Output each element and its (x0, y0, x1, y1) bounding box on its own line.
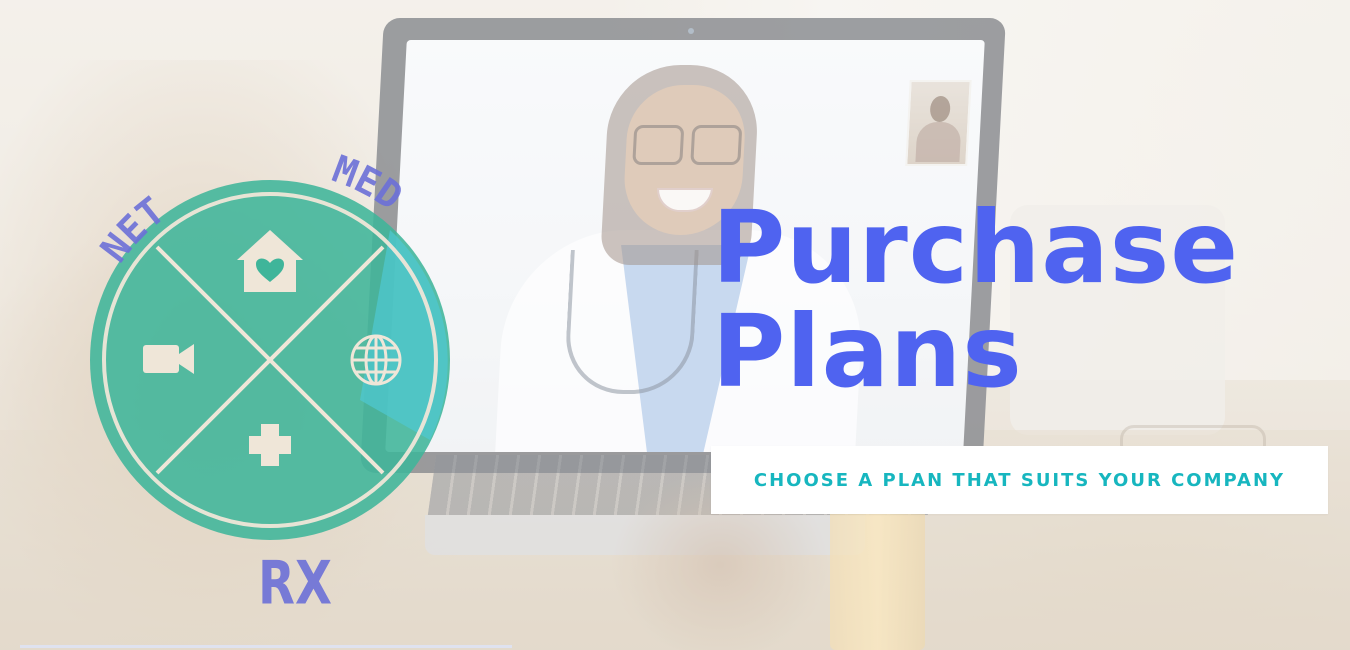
page-title-line-2: Plans (712, 293, 1023, 410)
subtitle-banner: CHOOSE A PLAN THAT SUITS YOUR COMPANY (711, 446, 1328, 514)
logo-word-rx: RX (258, 549, 332, 619)
page-title-line-1: Purchase (712, 189, 1240, 306)
hero-section: NET MED RX Purchase Plans CHOOSE A PLAN … (0, 0, 1350, 650)
svg-text:RX: RX (258, 549, 332, 619)
globe-icon (350, 334, 402, 386)
page-title: Purchase Plans (712, 196, 1239, 404)
subtitle-text: CHOOSE A PLAN THAT SUITS YOUR COMPANY (753, 469, 1286, 491)
netmedrx-logo: NET MED RX (90, 150, 450, 619)
section-divider (20, 645, 512, 648)
